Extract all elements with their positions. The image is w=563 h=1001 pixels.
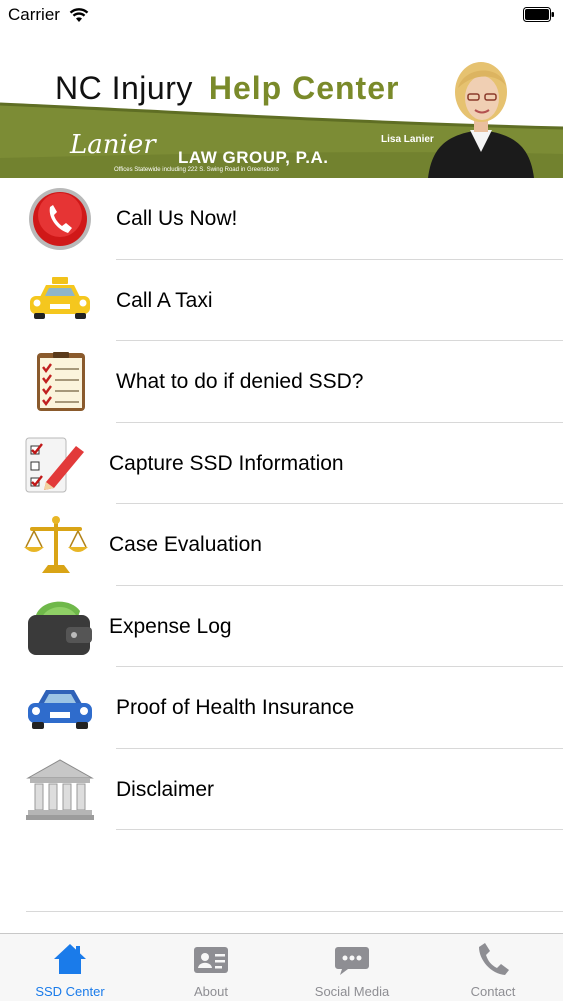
divider bbox=[26, 911, 563, 912]
tab-ssd-center[interactable]: SSD Center bbox=[0, 934, 140, 1001]
checklist-icon bbox=[37, 352, 85, 411]
phone-handset-icon bbox=[479, 943, 509, 975]
tab-label: Contact bbox=[470, 984, 516, 999]
tab-label: SSD Center bbox=[35, 984, 105, 999]
menu-item-label: Disclaimer bbox=[116, 777, 215, 801]
car-icon bbox=[28, 690, 92, 729]
header-banner: NC Injury Help Center Lanier LAW GROUP, P… bbox=[0, 58, 563, 178]
banner-title-part1: NC Injury bbox=[55, 70, 193, 106]
menu-item-capture-ssd-information[interactable]: Capture SSD Information bbox=[0, 423, 563, 504]
status-bar: Carrier bbox=[0, 0, 563, 30]
tab-label: About bbox=[194, 984, 228, 999]
attorney-portrait bbox=[428, 62, 534, 178]
menu-item-denied-ssd[interactable]: What to do if denied SSD? bbox=[0, 341, 563, 423]
menu-item-disclaimer[interactable]: Disclaimer bbox=[0, 749, 563, 830]
menu-item-label: Proof of Health Insurance bbox=[116, 696, 355, 719]
menu-item-call-a-taxi[interactable]: Call A Taxi bbox=[0, 260, 563, 341]
menu-item-label: Capture SSD Information bbox=[109, 451, 344, 475]
tab-label: Social Media bbox=[314, 984, 390, 999]
tab-bar: SSD Center About Social Media Contact bbox=[0, 933, 563, 1001]
wifi-icon bbox=[69, 8, 89, 22]
menu-item-label: Call A Taxi bbox=[116, 288, 213, 312]
menu-item-label: Expense Log bbox=[109, 614, 232, 638]
menu-item-label: Call Us Now! bbox=[116, 207, 238, 230]
menu-item-case-evaluation[interactable]: Case Evaluation bbox=[0, 504, 563, 586]
menu-item-expense-log[interactable]: Expense Log bbox=[0, 586, 563, 667]
tab-about[interactable]: About bbox=[141, 934, 281, 1001]
home-icon bbox=[54, 944, 86, 974]
tab-social-media[interactable]: Social Media bbox=[282, 934, 422, 1001]
battery-icon bbox=[523, 7, 554, 22]
chat-bubble-icon bbox=[335, 947, 369, 975]
phone-icon bbox=[29, 188, 91, 250]
firm-script-logo: Lanier bbox=[70, 130, 156, 160]
tab-contact[interactable]: Contact bbox=[423, 934, 563, 1001]
ssd-center-menu: Call Us Now! Call A Taxi What to do if d… bbox=[0, 178, 563, 830]
scales-icon bbox=[24, 516, 88, 573]
firm-subtitle: Offices Statewide including 222 S. Swing… bbox=[114, 167, 279, 173]
form-pencil-icon bbox=[25, 437, 84, 492]
menu-item-label: Case Evaluation bbox=[109, 533, 262, 556]
firm-name: LAW GROUP, P.A. bbox=[178, 148, 329, 167]
banner-title-part2: Help Center bbox=[208, 70, 400, 106]
menu-item-label: What to do if denied SSD? bbox=[116, 370, 364, 393]
id-card-icon bbox=[194, 947, 228, 973]
wallet-icon bbox=[28, 601, 92, 655]
carrier-label: Carrier bbox=[8, 5, 60, 24]
menu-item-proof-of-health-insurance[interactable]: Proof of Health Insurance bbox=[0, 667, 563, 749]
banner-title: NC Injury Help Center bbox=[55, 70, 399, 107]
courthouse-icon bbox=[26, 758, 94, 820]
attorney-name: Lisa Lanier bbox=[381, 134, 434, 145]
divider bbox=[116, 829, 563, 830]
taxi-icon bbox=[30, 276, 90, 319]
menu-item-call-us-now[interactable]: Call Us Now! bbox=[0, 178, 563, 260]
